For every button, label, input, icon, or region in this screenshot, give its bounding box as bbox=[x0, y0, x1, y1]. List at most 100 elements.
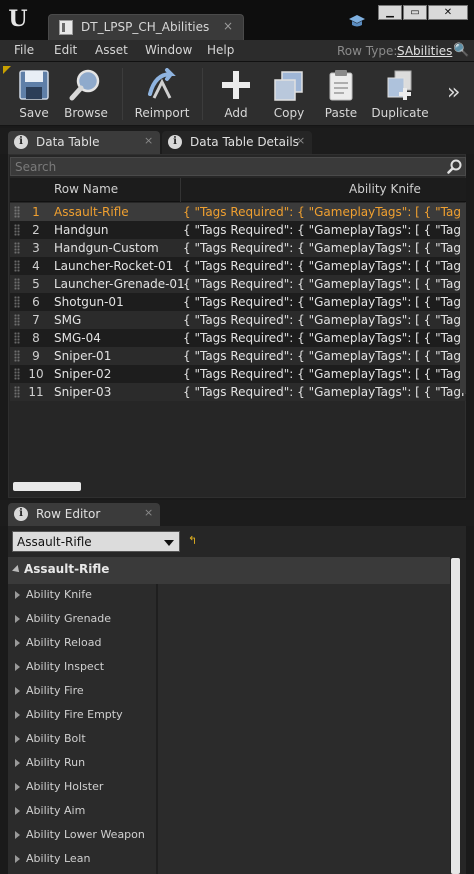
property-item[interactable]: Ability Lower Weapon bbox=[8, 824, 156, 848]
add-icon bbox=[222, 71, 250, 99]
save-button[interactable]: Save bbox=[12, 66, 56, 122]
property-column-divider[interactable] bbox=[156, 584, 158, 874]
drag-handle-icon[interactable] bbox=[14, 350, 20, 362]
drag-handle-icon[interactable] bbox=[14, 332, 20, 344]
property-item[interactable]: Ability Grenade bbox=[8, 608, 156, 632]
document-tab-close-icon[interactable]: × bbox=[223, 19, 233, 33]
search-input[interactable] bbox=[15, 158, 435, 175]
drag-handle-icon[interactable] bbox=[14, 242, 20, 254]
property-item[interactable]: Ability Fire bbox=[8, 680, 156, 704]
drag-handle-icon[interactable] bbox=[14, 368, 20, 380]
property-item[interactable]: Ability Bolt bbox=[8, 728, 156, 752]
copy-button[interactable]: Copy bbox=[266, 66, 312, 122]
expand-arrow-icon[interactable] bbox=[15, 855, 20, 863]
menu-asset[interactable]: Asset bbox=[95, 43, 128, 57]
property-category-header[interactable]: Assault-Rifle bbox=[8, 557, 450, 584]
table-row[interactable]: 4 Launcher-Rocket-01 { "Tags Required": { … bbox=[10, 257, 466, 275]
duplicate-button[interactable]: Duplicate bbox=[370, 66, 430, 122]
tab-row-editor-label: Row Editor bbox=[36, 507, 101, 521]
expand-arrow-icon[interactable] bbox=[15, 735, 20, 743]
drag-handle-icon[interactable] bbox=[14, 386, 20, 398]
property-label: Ability Lean bbox=[26, 852, 91, 865]
expand-arrow-icon[interactable] bbox=[15, 615, 20, 623]
chevron-down-icon bbox=[164, 540, 174, 546]
paste-button[interactable]: Paste bbox=[318, 66, 364, 122]
data-table-panel: Row Name Ability Knife 1 Assault-Rifle { "… bbox=[8, 154, 466, 498]
column-header-row-name[interactable]: Row Name bbox=[54, 182, 118, 196]
row-number: 6 bbox=[32, 295, 40, 309]
table-vertical-scrollbar[interactable] bbox=[460, 203, 466, 393]
toolbar-overflow-icon[interactable]: » bbox=[447, 80, 460, 105]
expand-arrow-icon[interactable] bbox=[15, 783, 20, 791]
column-header-ability-knife[interactable]: Ability Knife bbox=[349, 182, 421, 196]
drag-handle-icon[interactable] bbox=[14, 278, 20, 290]
tab-close-icon[interactable]: × bbox=[144, 134, 153, 147]
expand-arrow-icon[interactable] bbox=[15, 663, 20, 671]
tab-row-editor[interactable]: i Row Editor × bbox=[8, 503, 160, 526]
property-item[interactable]: Ability Inspect bbox=[8, 656, 156, 680]
menu-bar: File Edit Asset Window Help Row Type: SA… bbox=[0, 40, 474, 62]
menu-file[interactable]: File bbox=[14, 43, 34, 57]
property-item[interactable]: Ability Run bbox=[8, 752, 156, 776]
property-item[interactable]: Ability Knife bbox=[8, 584, 156, 608]
table-row[interactable]: 10 Sniper-02 { "Tags Required": { "Gamepla… bbox=[10, 365, 466, 383]
row-type-link[interactable]: SAbilities bbox=[397, 44, 452, 58]
table-row[interactable]: 1 Assault-Rifle { "Tags Required": { "Game… bbox=[10, 203, 466, 221]
tutorial-hat-icon[interactable] bbox=[348, 14, 366, 28]
close-window-button[interactable]: ✕ bbox=[428, 5, 468, 20]
menu-edit[interactable]: Edit bbox=[54, 43, 77, 57]
tab-close-icon[interactable]: × bbox=[296, 134, 305, 147]
table-row[interactable]: 9 Sniper-01 { "Tags Required": { "Gameplay… bbox=[10, 347, 466, 365]
drag-handle-icon[interactable] bbox=[14, 224, 20, 236]
row-type-browse-icon[interactable]: 🔍 bbox=[453, 43, 469, 58]
row-number: 9 bbox=[32, 349, 40, 363]
expand-arrow-icon[interactable] bbox=[15, 831, 20, 839]
property-item[interactable]: Ability Lean bbox=[8, 848, 156, 872]
column-divider[interactable] bbox=[180, 178, 181, 202]
drag-handle-icon[interactable] bbox=[14, 260, 20, 272]
tab-close-icon[interactable]: × bbox=[144, 506, 153, 519]
unreal-logo-icon[interactable]: U bbox=[5, 6, 31, 32]
row-editor-scrollbar[interactable] bbox=[451, 558, 460, 874]
search-icon[interactable] bbox=[447, 159, 462, 174]
row-select-dropdown[interactable]: Assault-Rifle bbox=[12, 531, 180, 552]
reimport-button[interactable]: Reimport bbox=[132, 66, 192, 122]
menu-help[interactable]: Help bbox=[207, 43, 234, 57]
tab-data-table-details[interactable]: i Data Table Details × bbox=[162, 131, 312, 154]
drag-handle-icon[interactable] bbox=[14, 206, 20, 218]
expand-arrow-icon[interactable] bbox=[15, 807, 20, 815]
expand-arrow-icon[interactable] bbox=[15, 591, 20, 599]
browse-icon bbox=[69, 69, 100, 101]
row-name: Assault-Rifle bbox=[54, 205, 129, 219]
browse-button[interactable]: Browse bbox=[62, 66, 110, 122]
expand-arrow-icon[interactable] bbox=[15, 711, 20, 719]
property-item[interactable]: Ability Aim bbox=[8, 800, 156, 824]
table-row[interactable]: 5 Launcher-Grenade-01{ "Tags Required": {… bbox=[10, 275, 466, 293]
document-tab[interactable]: DT_LPSP_CH_Abilities × bbox=[48, 14, 244, 40]
maximize-button[interactable]: ▭ bbox=[403, 5, 427, 20]
expand-arrow-icon[interactable] bbox=[15, 639, 20, 647]
property-list: Ability Knife Ability Grenade Ability Relo… bbox=[8, 584, 450, 874]
drag-handle-icon[interactable] bbox=[14, 296, 20, 308]
minimize-button[interactable]: ▁ bbox=[378, 5, 402, 20]
expand-arrow-icon[interactable] bbox=[15, 759, 20, 767]
property-category-label: Assault-Rifle bbox=[24, 562, 110, 576]
table-horizontal-scrollbar[interactable] bbox=[13, 482, 81, 491]
table-row[interactable]: 7 SMG { "Tags Required": { "GameplayTags":… bbox=[10, 311, 466, 329]
table-row[interactable]: 11 Sniper-03 { "Tags Required": { "Gamepla… bbox=[10, 383, 466, 401]
table-row[interactable]: 8 SMG-04 { "Tags Required": { "GameplayTag… bbox=[10, 329, 466, 347]
property-item[interactable]: Ability Reload bbox=[8, 632, 156, 656]
property-item[interactable]: Ability Holster bbox=[8, 776, 156, 800]
add-button[interactable]: Add bbox=[214, 66, 258, 122]
tab-data-table[interactable]: i Data Table × bbox=[8, 131, 160, 154]
reset-to-default-icon[interactable]: ↰ bbox=[188, 534, 197, 547]
paste-icon bbox=[329, 70, 353, 101]
table-row[interactable]: 6 Shotgun-01 { "Tags Required": { "Gamepla… bbox=[10, 293, 466, 311]
drag-handle-icon[interactable] bbox=[14, 314, 20, 326]
menu-window[interactable]: Window bbox=[145, 43, 192, 57]
expand-arrow-icon[interactable] bbox=[15, 687, 20, 695]
property-item[interactable]: Ability Fire Empty bbox=[8, 704, 156, 728]
table-row[interactable]: 2 Handgun { "Tags Required": { "GameplayTa… bbox=[10, 221, 466, 239]
table-row[interactable]: 3 Handgun-Custom { "Tags Required": { "Gam… bbox=[10, 239, 466, 257]
row-name: Launcher-Rocket-01 bbox=[54, 259, 174, 273]
